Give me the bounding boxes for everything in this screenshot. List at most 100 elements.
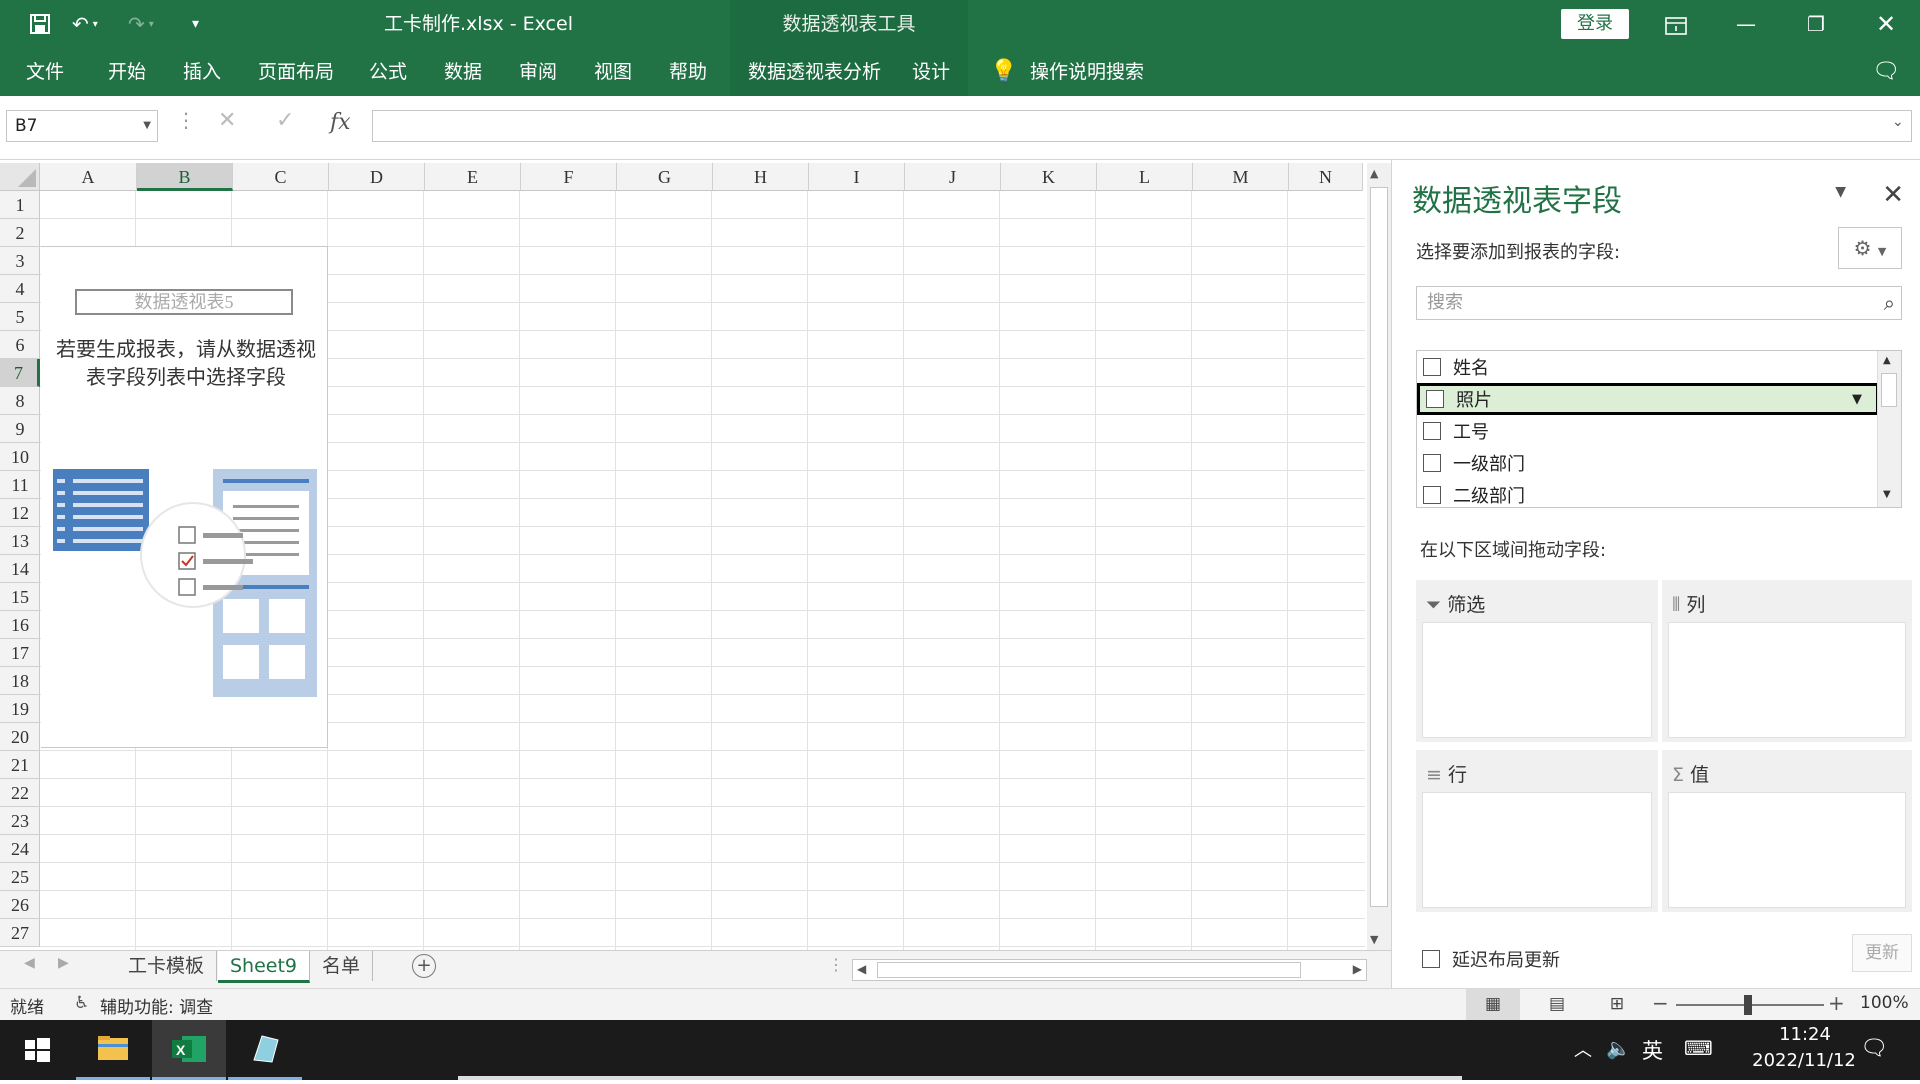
field-search-input[interactable]: 搜索 ⌕ — [1416, 286, 1902, 320]
tab-file[interactable]: 文件 — [26, 48, 64, 96]
scroll-right-icon[interactable]: ▶ — [1353, 962, 1362, 976]
splitter-icon[interactable]: ⋮ — [828, 955, 844, 974]
column-header[interactable]: M — [1193, 163, 1289, 191]
field-checkbox[interactable] — [1423, 454, 1441, 472]
scroll-down-icon[interactable]: ▼ — [1883, 489, 1891, 500]
zoom-in-icon[interactable]: + — [1828, 991, 1845, 1015]
scroll-down-icon[interactable]: ▼ — [1370, 933, 1378, 946]
column-header[interactable]: E — [425, 163, 521, 191]
values-drop-box[interactable] — [1668, 792, 1906, 908]
row-header[interactable]: 21 — [0, 751, 40, 779]
row-header[interactable]: 8 — [0, 387, 40, 415]
tab-data[interactable]: 数据 — [444, 48, 482, 96]
tab-pivot-analyze[interactable]: 数据透视表分析 — [748, 48, 881, 96]
row-header[interactable]: 10 — [0, 443, 40, 471]
tell-me-search[interactable]: 操作说明搜索 — [1030, 48, 1144, 96]
column-header[interactable]: C — [233, 163, 329, 191]
search-icon[interactable]: ⌕ — [1884, 287, 1895, 319]
formula-input[interactable] — [372, 110, 1912, 142]
clock-time[interactable]: 11:24 — [1750, 1024, 1860, 1045]
scroll-up-icon[interactable]: ▲ — [1370, 167, 1378, 180]
excel-taskbar-icon[interactable]: X — [152, 1020, 226, 1080]
ime-indicator[interactable]: 英 — [1642, 1035, 1663, 1065]
field-dropdown-icon[interactable]: ▼ — [1852, 392, 1862, 407]
column-header[interactable]: F — [521, 163, 617, 191]
pane-options-chevron-icon[interactable]: ▼ — [1835, 184, 1846, 200]
close-icon[interactable]: ✕ — [1858, 0, 1914, 48]
input-method-icon[interactable]: ⌨ — [1684, 1036, 1713, 1060]
column-header[interactable]: N — [1289, 163, 1363, 191]
field-checkbox[interactable] — [1423, 486, 1441, 504]
filter-area[interactable]: ⏷ 筛选 — [1416, 580, 1658, 742]
page-layout-view-icon[interactable]: ▤ — [1530, 989, 1584, 1020]
insert-function-button[interactable]: fx — [330, 110, 351, 135]
row-header[interactable]: 17 — [0, 639, 40, 667]
enter-icon[interactable]: ✓ — [276, 108, 294, 133]
row-header[interactable]: 9 — [0, 415, 40, 443]
restore-icon[interactable]: ❐ — [1788, 0, 1844, 48]
horizontal-scroll-thumb[interactable] — [877, 962, 1301, 978]
name-box[interactable]: B7 ▼ — [6, 110, 158, 142]
field-item-photo[interactable]: 照片 ▼ — [1417, 383, 1879, 415]
sheet-tab-template[interactable]: 工卡模板 — [116, 951, 218, 981]
zoom-out-icon[interactable]: − — [1652, 991, 1669, 1015]
tab-view[interactable]: 视图 — [594, 48, 632, 96]
column-header[interactable]: B — [137, 163, 233, 191]
app-taskbar-icon[interactable] — [228, 1020, 302, 1080]
notification-icon[interactable]: 🗨 — [1860, 1036, 1888, 1061]
row-header[interactable]: 20 — [0, 723, 40, 751]
vertical-scrollbar[interactable]: ▲ ▼ — [1367, 163, 1391, 953]
filter-drop-box[interactable] — [1422, 622, 1652, 738]
comments-icon[interactable]: 🗨 — [1872, 48, 1900, 96]
tab-home[interactable]: 开始 — [108, 48, 146, 96]
expand-formula-bar-icon[interactable]: ⌄ — [1892, 114, 1904, 130]
tab-review[interactable]: 审阅 — [519, 48, 557, 96]
redo-icon[interactable]: ↷ ▾ — [128, 0, 154, 48]
row-header[interactable]: 25 — [0, 863, 40, 891]
column-header[interactable]: K — [1001, 163, 1097, 191]
field-list-scroll-thumb[interactable] — [1881, 373, 1897, 407]
normal-view-icon[interactable]: ▦ — [1466, 989, 1520, 1020]
tab-help[interactable]: 帮助 — [669, 48, 707, 96]
row-header[interactable]: 23 — [0, 807, 40, 835]
row-header[interactable]: 14 — [0, 555, 40, 583]
row-header[interactable]: 2 — [0, 219, 40, 247]
chevron-down-icon[interactable]: ▼ — [143, 111, 151, 141]
pivot-table-placeholder[interactable]: 数据透视表5 若要生成报表，请从数据透视表字段列表中选择字段 — [41, 246, 328, 748]
row-header[interactable]: 11 — [0, 471, 40, 499]
row-header[interactable]: 13 — [0, 527, 40, 555]
login-button[interactable]: 登录 — [1561, 9, 1629, 39]
row-header[interactable]: 12 — [0, 499, 40, 527]
row-header[interactable]: 27 — [0, 919, 40, 947]
column-header[interactable]: J — [905, 163, 1001, 191]
cancel-icon[interactable]: ✕ — [218, 108, 236, 133]
zoom-slider-thumb[interactable] — [1744, 995, 1752, 1015]
row-header[interactable]: 24 — [0, 835, 40, 863]
column-header[interactable]: A — [40, 163, 137, 191]
tab-insert[interactable]: 插入 — [183, 48, 221, 96]
rows-drop-box[interactable] — [1422, 792, 1652, 908]
zoom-level[interactable]: 100% — [1860, 993, 1909, 1013]
tab-formulas[interactable]: 公式 — [369, 48, 407, 96]
field-item-name[interactable]: 姓名 — [1417, 351, 1879, 383]
ribbon-display-options-icon[interactable] — [1648, 0, 1704, 48]
accessibility-status[interactable]: 辅助功能: 调查 — [100, 993, 213, 1018]
windows-start-icon[interactable] — [0, 1020, 74, 1080]
vertical-scroll-thumb[interactable] — [1370, 187, 1388, 907]
field-checkbox[interactable] — [1423, 422, 1441, 440]
prev-sheet-icon[interactable]: ◀ — [24, 955, 35, 971]
page-break-view-icon[interactable]: ⊞ — [1590, 989, 1644, 1020]
defer-layout-update[interactable]: 延迟布局更新 — [1422, 946, 1560, 972]
scroll-up-icon[interactable]: ▲ — [1883, 355, 1891, 366]
spreadsheet-grid[interactable]: ABCDEFGHIJKLMN 1 2 3 4 5 6 7 8 9 10 11 12 13 14 15 16 17… — [0, 163, 1365, 950]
column-header[interactable]: I — [809, 163, 905, 191]
field-item-dept2[interactable]: 二级部门 — [1417, 479, 1879, 507]
field-checkbox[interactable] — [1423, 358, 1441, 376]
gear-icon[interactable]: ⚙ ▼ — [1838, 227, 1902, 269]
add-sheet-icon[interactable]: + — [412, 954, 436, 978]
row-header[interactable]: 5 — [0, 303, 40, 331]
more-options-icon[interactable]: ⋮ — [176, 108, 196, 132]
tray-chevron-icon[interactable]: ︿ — [1574, 1036, 1592, 1062]
field-item-id[interactable]: 工号 — [1417, 415, 1879, 447]
row-header[interactable]: 1 — [0, 191, 40, 219]
